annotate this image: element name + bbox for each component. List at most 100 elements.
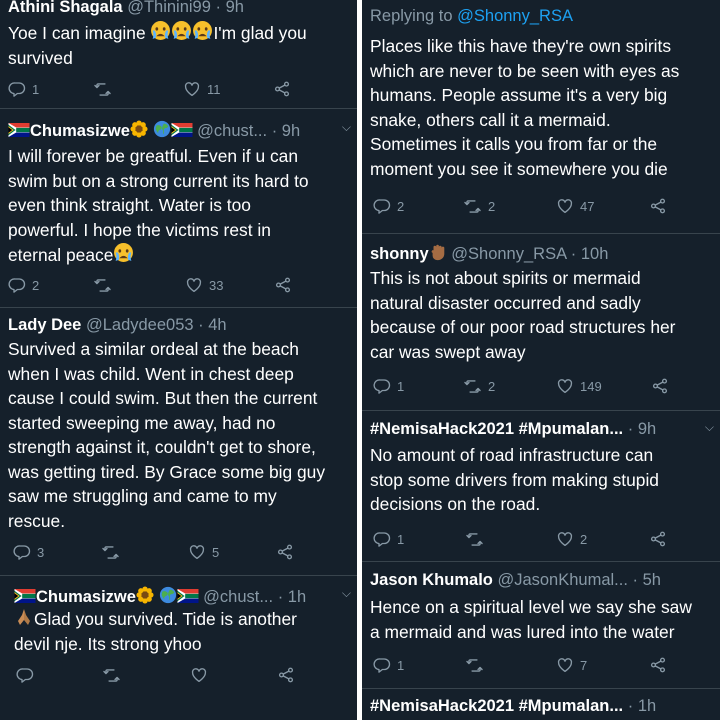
chevron-down-icon[interactable]: ⌵: [342, 120, 351, 135]
retweet-button[interactable]: 2: [463, 197, 495, 216]
tweet-handle[interactable]: @Thinini99: [127, 0, 211, 16]
tweet-author-name[interactable]: Chumasizwe: [36, 588, 136, 606]
tweet-actions: 1 2 149: [370, 377, 720, 401]
tweet-text-line: Places like this have they're own spirit…: [370, 36, 672, 56]
sunflower-emoji: [136, 586, 154, 604]
reply-count: 1: [397, 378, 405, 394]
share-button[interactable]: [649, 656, 667, 674]
tweet[interactable]: Lady Dee @Ladydee053 · 4h Survived a sim…: [0, 308, 357, 573]
retweet-button[interactable]: [101, 543, 126, 562]
tweet[interactable]: Replying to @Shonny_RSA Places like this…: [362, 0, 720, 230]
tweet-text-line: which are never to be seen with eyes as: [370, 60, 680, 81]
like-count: 33: [209, 277, 224, 293]
reply-count: 2: [397, 198, 405, 214]
like-button[interactable]: 33: [185, 276, 223, 294]
like-button[interactable]: 7: [556, 656, 587, 674]
tweet-text-line: swim but on a strong current its hard to: [8, 170, 309, 191]
reply-button[interactable]: 1: [8, 80, 39, 98]
reply-icon: [373, 656, 391, 674]
tweet[interactable]: Jason Khumalo @JasonKhumal... · 5h Hence…: [362, 562, 720, 687]
like-count: 47: [580, 198, 595, 214]
share-icon: [649, 530, 667, 548]
like-button[interactable]: 2: [556, 530, 587, 548]
tweet-actions: 2 33: [8, 276, 357, 300]
tweet-header: Lady Dee @Ladydee053 · 4h: [8, 316, 351, 338]
chevron-down-icon[interactable]: ⌵: [705, 420, 714, 435]
like-button[interactable]: 5: [188, 543, 219, 561]
retweet-button[interactable]: [465, 530, 484, 549]
like-icon: [188, 543, 206, 561]
like-icon: [556, 377, 574, 395]
tweet-time: · 1h: [627, 697, 657, 715]
crying-face-emoji: [171, 20, 192, 41]
like-button[interactable]: 149: [556, 377, 602, 395]
chevron-down-icon[interactable]: ⌵: [342, 586, 351, 601]
reply-button[interactable]: 1: [373, 377, 404, 395]
reply-button[interactable]: 2: [8, 276, 39, 294]
tweet-author-name[interactable]: #NemisaHack2021 #Mpumalan...: [370, 420, 623, 438]
tweet-text-line: rescue.: [8, 510, 66, 531]
retweet-button[interactable]: [102, 666, 121, 685]
tweet-text-line: decisions on the road.: [370, 494, 541, 514]
tweet-handle[interactable]: @chust...: [203, 588, 273, 606]
tweet[interactable]: #NemisaHack2021 #Mpumalan... · 1h: [362, 689, 720, 720]
tweet-text-line: natural disaster occurred and sadly: [370, 292, 641, 313]
retweet-button[interactable]: [93, 80, 118, 99]
share-button[interactable]: [273, 80, 291, 98]
like-count: 5: [212, 544, 220, 560]
tweet-actions: 3 5: [8, 543, 357, 567]
retweet-icon: [465, 530, 484, 549]
south-africa-flag: [171, 123, 193, 137]
tweet-author-name[interactable]: Lady Dee: [8, 316, 81, 334]
tweet[interactable]: Chumasizwe @chust... · 9h ⌵ I will forev…: [0, 109, 357, 309]
retweet-button[interactable]: 2: [463, 377, 495, 396]
like-count: 2: [580, 531, 588, 547]
like-button[interactable]: 47: [556, 197, 594, 215]
share-button[interactable]: [649, 197, 667, 215]
like-count: 149: [580, 378, 602, 394]
tweet-handle[interactable]: @Shonny_RSA: [451, 245, 566, 263]
tweet-text-line: saw me struggling and came to my: [8, 486, 277, 506]
replying-to-handle[interactable]: @Shonny_RSA: [457, 7, 573, 25]
retweet-icon: [465, 656, 484, 675]
share-button[interactable]: [651, 377, 669, 395]
retweet-button[interactable]: [93, 276, 118, 295]
share-icon: [274, 276, 292, 294]
tweet-author-name[interactable]: Jason Khumalo: [370, 571, 493, 589]
like-button[interactable]: [190, 666, 208, 684]
reply-button[interactable]: [16, 666, 34, 684]
crying-face-emoji: [113, 242, 134, 263]
retweet-button[interactable]: [465, 656, 484, 675]
tweet-time: · 10h: [570, 245, 609, 263]
tweet-author-name[interactable]: #NemisaHack2021 #Mpumalan...: [370, 697, 623, 715]
tweet[interactable]: #NemisaHack2021 #Mpumalan... · 9h ⌵ No a…: [362, 411, 720, 561]
tweet[interactable]: shonny @Shonny_RSA · 10h This is not abo…: [362, 234, 720, 410]
reply-button[interactable]: 3: [13, 543, 44, 561]
like-icon: [185, 276, 203, 294]
tweet-text-line: moment you see it somewhere you die: [370, 158, 668, 179]
folded-hands-emoji: [14, 607, 34, 627]
share-button[interactable]: [649, 530, 667, 548]
reply-count: 1: [32, 81, 40, 97]
share-button[interactable]: [274, 276, 292, 294]
tweet-handle[interactable]: @chust...: [197, 122, 267, 140]
retweet-icon: [102, 666, 121, 685]
share-button[interactable]: [277, 666, 295, 684]
sunflower-emoji: [130, 120, 148, 138]
tweet-text-line: humans. People assume it's a very big: [370, 85, 668, 105]
tweet-author-name[interactable]: Athini Shagala: [8, 0, 123, 16]
tweet[interactable]: Athini Shagala @Thinini99 · 9h Yoe I can…: [0, 0, 357, 104]
tweet-author-name[interactable]: Chumasizwe: [30, 122, 130, 140]
like-button[interactable]: 11: [183, 80, 221, 98]
tweet-handle[interactable]: @Ladydee053: [86, 316, 194, 334]
reply-button[interactable]: 1: [373, 656, 404, 674]
tweet-handle[interactable]: @JasonKhumal...: [497, 571, 627, 589]
reply-count: 1: [397, 657, 405, 673]
tweet[interactable]: Chumasizwe @chust... · 1h ⌵ Glad you sur…: [0, 576, 357, 720]
tweet-author-name[interactable]: shonny: [370, 245, 429, 263]
tweet-time: · 9h: [215, 0, 244, 16]
reply-button[interactable]: 2: [373, 197, 404, 215]
share-button[interactable]: [276, 543, 294, 561]
reply-button[interactable]: 1: [373, 530, 404, 548]
tweet-text-line: I will forever be greatful. Even if u ca…: [8, 146, 298, 166]
